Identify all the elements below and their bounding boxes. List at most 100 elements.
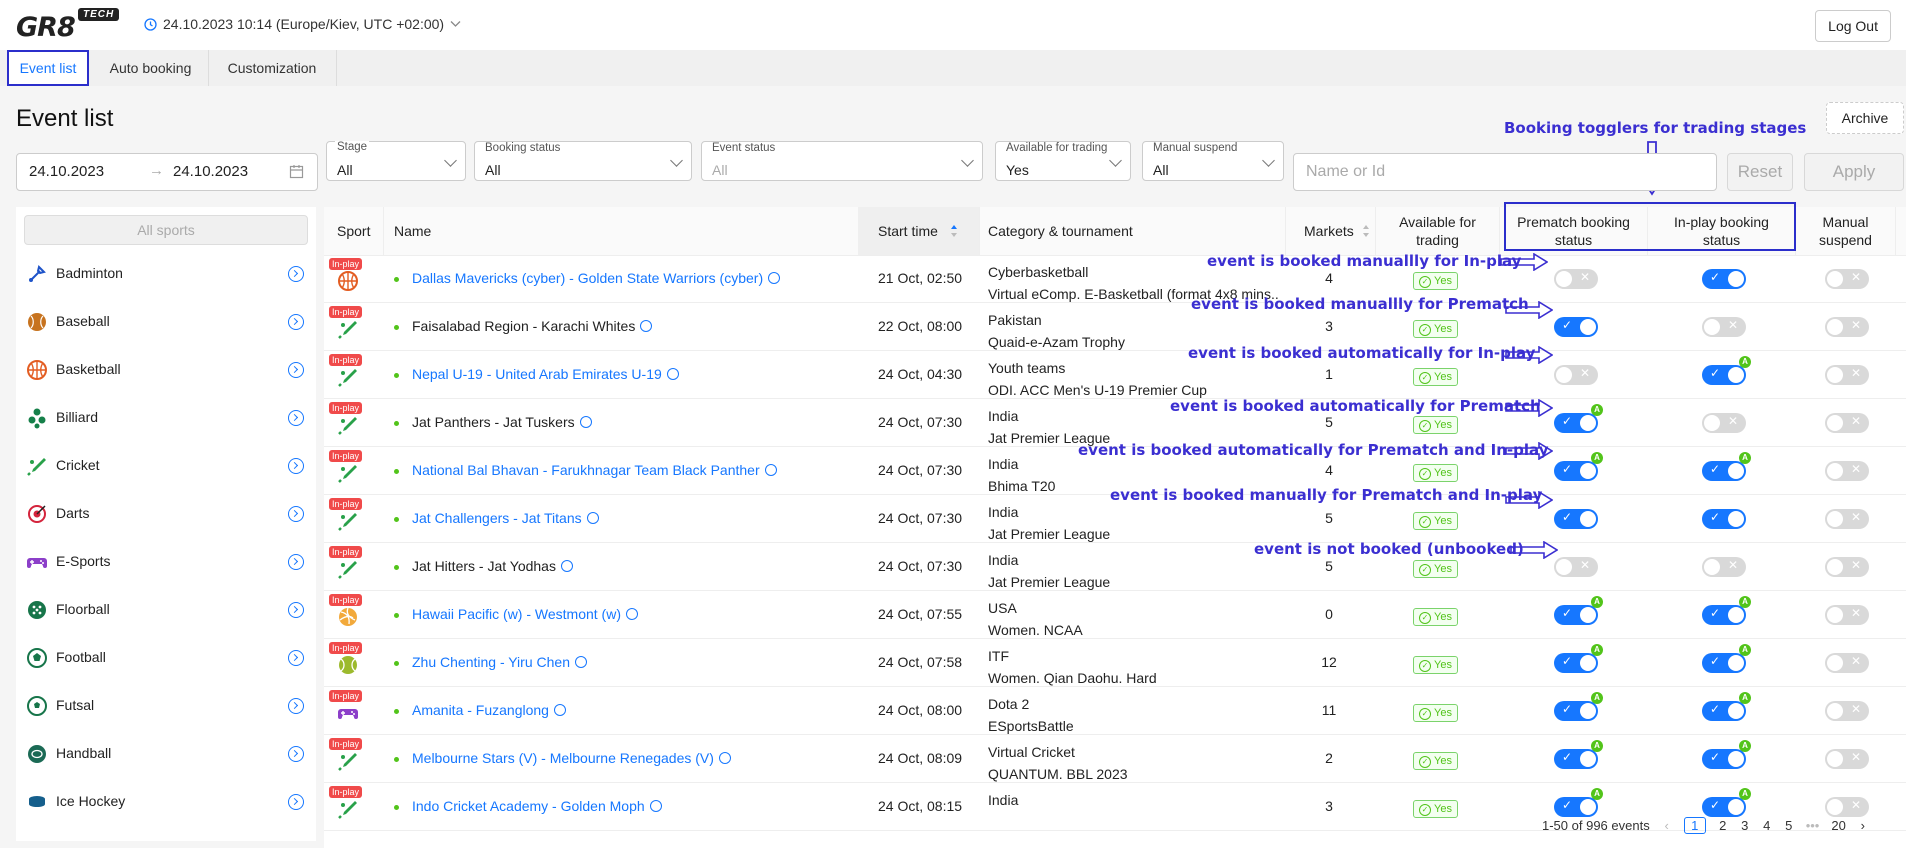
chevron-right-circle-icon[interactable] bbox=[288, 554, 304, 570]
archive-button[interactable]: Archive bbox=[1826, 102, 1904, 134]
chevron-right-circle-icon[interactable] bbox=[288, 794, 304, 810]
page-3[interactable]: 3 bbox=[1740, 818, 1750, 833]
event-status-select[interactable]: Event status All bbox=[701, 141, 983, 181]
next-page-icon[interactable]: › bbox=[1858, 818, 1868, 833]
page-2[interactable]: 2 bbox=[1718, 818, 1728, 833]
inplay-booking-toggle[interactable]: ✓ bbox=[1702, 509, 1746, 529]
manual-suspend-select[interactable]: Manual suspend All bbox=[1142, 141, 1284, 181]
page-last[interactable]: 20 bbox=[1831, 818, 1845, 833]
sidebar-item-football[interactable]: Football bbox=[16, 633, 316, 681]
available-for-trading-select[interactable]: Available for trading Yes bbox=[995, 141, 1131, 181]
inplay-booking-toggle[interactable]: ✓ A bbox=[1702, 692, 1751, 721]
chevron-right-circle-icon[interactable] bbox=[288, 362, 304, 378]
sidebar-item-darts[interactable]: Darts bbox=[16, 489, 316, 537]
event-name[interactable]: Hawaii Pacific (w) - Westmont (w) bbox=[412, 606, 638, 622]
search-input[interactable]: Name or Id bbox=[1293, 153, 1717, 191]
page-5[interactable]: 5 bbox=[1784, 818, 1794, 833]
inplay-booking-toggle[interactable]: ✕ bbox=[1702, 317, 1746, 337]
page-1[interactable]: 1 bbox=[1683, 816, 1706, 834]
sidebar-item-esports[interactable]: E-Sports bbox=[16, 537, 316, 585]
inplay-booking-toggle[interactable]: ✓ A bbox=[1702, 356, 1751, 385]
sidebar-item-cricket[interactable]: Cricket bbox=[16, 441, 316, 489]
info-icon[interactable] bbox=[626, 608, 638, 621]
manual-suspend-toggle[interactable]: ✕ bbox=[1825, 461, 1869, 481]
event-name[interactable]: National Bal Bhavan - Farukhnagar Team B… bbox=[412, 462, 777, 478]
inplay-booking-toggle[interactable]: ✕ bbox=[1702, 557, 1746, 577]
manual-suspend-toggle[interactable]: ✕ bbox=[1825, 317, 1869, 337]
col-sport[interactable]: Sport bbox=[324, 207, 384, 255]
timezone-selector[interactable]: 24.10.2023 10:14 (Europe/Kiev, UTC +02:0… bbox=[144, 16, 461, 32]
event-name[interactable]: Nepal U-19 - United Arab Emirates U-19 bbox=[412, 366, 679, 382]
table-row[interactable]: In-play Hawaii Pacific (w) - Westmont (w)… bbox=[324, 591, 1906, 639]
date-range-picker[interactable]: 24.10.2023 → 24.10.2023 bbox=[16, 153, 318, 191]
info-icon[interactable] bbox=[574, 656, 587, 669]
apply-button[interactable]: Apply bbox=[1804, 153, 1904, 191]
event-name[interactable]: Jat Challengers - Jat Titans bbox=[412, 510, 599, 526]
event-name[interactable]: Amanita - Fuzanglong bbox=[412, 702, 566, 718]
inplay-booking-toggle[interactable]: ✓ A bbox=[1702, 740, 1751, 769]
manual-suspend-toggle[interactable]: ✕ bbox=[1825, 605, 1869, 625]
table-row[interactable]: In-play Zhu Chenting - Yiru Chen 24 Oct, 0… bbox=[324, 639, 1906, 687]
prev-page-icon[interactable]: ‹ bbox=[1662, 818, 1672, 833]
table-row[interactable]: In-play Faisalabad Region - Karachi White… bbox=[324, 303, 1906, 351]
inplay-booking-toggle[interactable]: ✓ A bbox=[1702, 452, 1751, 481]
event-name[interactable]: Melbourne Stars (V) - Melbourne Renegade… bbox=[412, 750, 731, 766]
chevron-right-circle-icon[interactable] bbox=[288, 410, 304, 426]
stage-select[interactable]: Stage All bbox=[326, 141, 466, 181]
info-icon[interactable] bbox=[768, 272, 781, 285]
sidebar-item-basketball[interactable]: Basketball bbox=[16, 345, 316, 393]
sidebar-item-badminton[interactable]: Badminton bbox=[16, 249, 316, 297]
chevron-right-circle-icon[interactable] bbox=[288, 458, 304, 474]
inplay-booking-toggle[interactable]: ✕ bbox=[1702, 413, 1746, 433]
manual-suspend-toggle[interactable]: ✕ bbox=[1825, 701, 1869, 721]
chevron-right-circle-icon[interactable] bbox=[288, 698, 304, 714]
chevron-right-circle-icon[interactable] bbox=[288, 650, 304, 666]
col-start-time[interactable]: Start time bbox=[858, 207, 980, 255]
table-row[interactable]: In-play Jat Hitters - Jat Yodhas 24 Oct, 0… bbox=[324, 543, 1906, 591]
chevron-right-circle-icon[interactable] bbox=[288, 314, 304, 330]
info-icon[interactable] bbox=[553, 704, 566, 717]
pagination-ellipsis[interactable]: ••• bbox=[1806, 818, 1820, 833]
chevron-right-circle-icon[interactable] bbox=[288, 506, 304, 522]
prematch-booking-toggle[interactable]: ✓ bbox=[1554, 317, 1598, 337]
inplay-booking-toggle[interactable]: ✓ A bbox=[1702, 596, 1751, 625]
info-icon[interactable] bbox=[649, 800, 662, 813]
table-row[interactable]: In-play Nepal U-19 - United Arab Emirates… bbox=[324, 351, 1906, 399]
info-icon[interactable] bbox=[718, 752, 731, 765]
info-icon[interactable] bbox=[640, 320, 653, 333]
prematch-booking-toggle[interactable]: ✓ A bbox=[1554, 740, 1603, 769]
table-row[interactable]: In-play Amanita - Fuzanglong 24 Oct, 08:00… bbox=[324, 687, 1906, 735]
prematch-booking-toggle[interactable]: ✕ bbox=[1554, 365, 1598, 385]
prematch-booking-toggle[interactable]: ✓ A bbox=[1554, 692, 1603, 721]
manual-suspend-toggle[interactable]: ✕ bbox=[1825, 749, 1869, 769]
sidebar-item-baseball[interactable]: Baseball bbox=[16, 297, 316, 345]
prematch-booking-toggle[interactable]: ✓ A bbox=[1554, 452, 1603, 481]
event-name[interactable]: Zhu Chenting - Yiru Chen bbox=[412, 654, 587, 670]
logout-button[interactable]: Log Out bbox=[1815, 10, 1891, 42]
manual-suspend-toggle[interactable]: ✕ bbox=[1825, 653, 1869, 673]
prematch-booking-toggle[interactable]: ✓ A bbox=[1554, 644, 1603, 673]
event-name[interactable]: Indo Cricket Academy - Golden Moph bbox=[412, 798, 662, 814]
manual-suspend-toggle[interactable]: ✕ bbox=[1825, 269, 1869, 289]
col-category[interactable]: Category & tournament bbox=[980, 207, 1286, 255]
info-icon[interactable] bbox=[764, 464, 777, 477]
info-icon[interactable] bbox=[579, 416, 592, 429]
prematch-booking-toggle[interactable]: ✕ bbox=[1554, 269, 1598, 289]
info-icon[interactable] bbox=[560, 560, 573, 573]
chevron-right-circle-icon[interactable] bbox=[288, 266, 304, 282]
inplay-booking-toggle[interactable]: ✓ A bbox=[1702, 644, 1751, 673]
manual-suspend-toggle[interactable]: ✕ bbox=[1825, 413, 1869, 433]
manual-suspend-toggle[interactable]: ✕ bbox=[1825, 509, 1869, 529]
col-markets[interactable]: Markets bbox=[1286, 207, 1376, 255]
chevron-right-circle-icon[interactable] bbox=[288, 602, 304, 618]
inplay-booking-toggle[interactable]: ✓ bbox=[1702, 269, 1746, 289]
prematch-booking-toggle[interactable]: ✓ A bbox=[1554, 596, 1603, 625]
sidebar-item-floorball[interactable]: Floorball bbox=[16, 585, 316, 633]
sidebar-item-handball[interactable]: Handball bbox=[16, 729, 316, 777]
tab-customization[interactable]: Customization bbox=[208, 50, 337, 86]
tab-event-list[interactable]: Event list bbox=[7, 50, 89, 86]
prematch-booking-toggle[interactable]: ✕ bbox=[1554, 557, 1598, 577]
manual-suspend-toggle[interactable]: ✕ bbox=[1825, 365, 1869, 385]
reset-button[interactable]: Reset bbox=[1727, 153, 1793, 191]
manual-suspend-toggle[interactable]: ✕ bbox=[1825, 557, 1869, 577]
